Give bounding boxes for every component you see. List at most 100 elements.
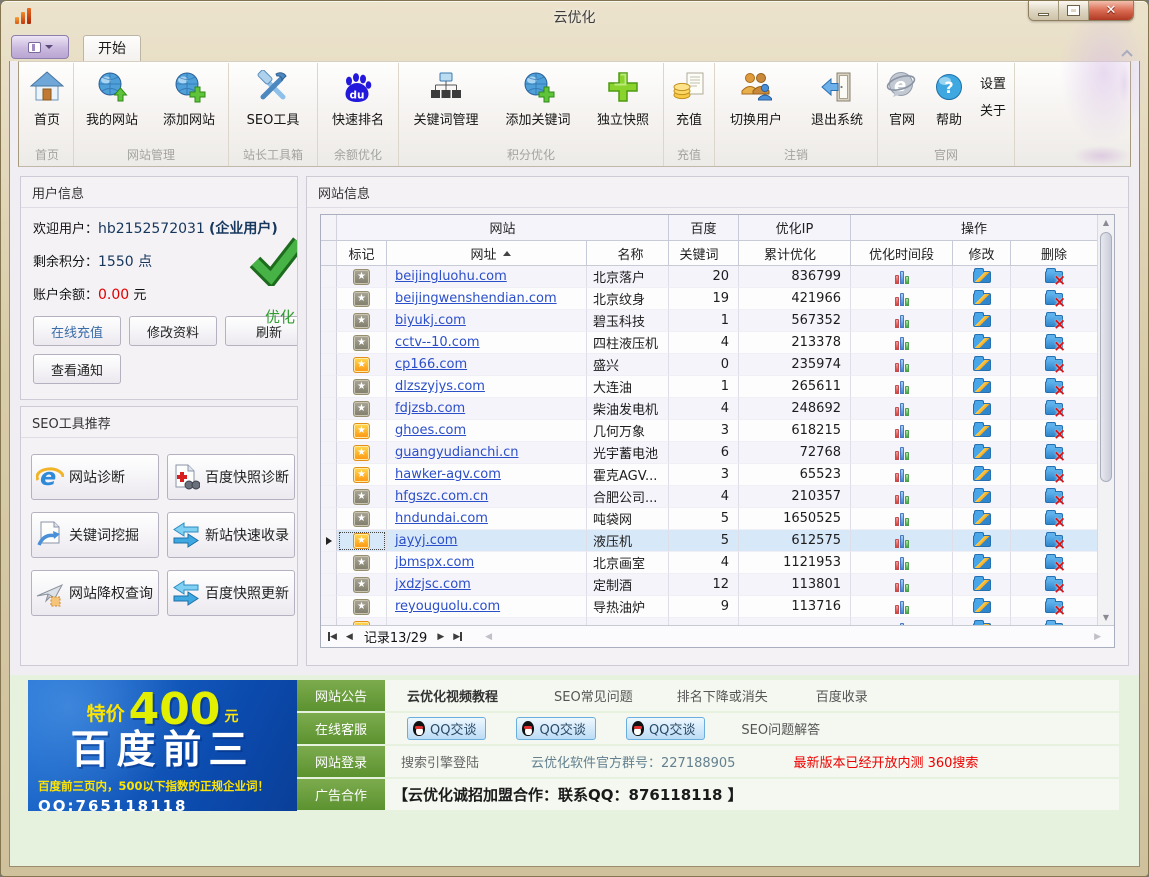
star-icon[interactable]: ★	[353, 467, 370, 483]
first-record-button[interactable]: ◀	[328, 632, 337, 642]
edit-cell[interactable]	[953, 486, 1011, 508]
edit-icon[interactable]	[973, 513, 991, 525]
seo-answers-link[interactable]: SEO问题解答	[741, 719, 820, 738]
star-icon[interactable]: ★	[353, 555, 370, 571]
mark-cell[interactable]: ★	[337, 596, 387, 618]
table-row[interactable]: ★ hndundai.com 吨袋网 5 1650525	[321, 508, 1097, 530]
mark-cell[interactable]: ★	[337, 310, 387, 332]
edit-cell[interactable]	[953, 442, 1011, 464]
star-icon[interactable]: ★	[353, 401, 370, 417]
delete-icon[interactable]	[1045, 359, 1063, 371]
mark-cell[interactable]: ★	[337, 442, 387, 464]
edit-cell[interactable]	[953, 354, 1011, 376]
delete-icon[interactable]	[1045, 425, 1063, 437]
table-row[interactable]: ★ jxdzjsc.com 定制酒 12 113801	[321, 574, 1097, 596]
ribbon-collapse-button[interactable]	[1120, 42, 1134, 61]
edit-cell[interactable]	[953, 332, 1011, 354]
seo-faq-link[interactable]: SEO常见问题	[554, 686, 633, 705]
edit-icon[interactable]	[973, 601, 991, 613]
table-row[interactable]: ★ jayyj.com 液压机 5 612575	[321, 530, 1097, 552]
url-cell[interactable]: reyouguolu.com	[387, 596, 587, 618]
edit-icon[interactable]	[973, 403, 991, 415]
online-recharge-button[interactable]: 在线充值	[33, 316, 121, 346]
previous-record-button[interactable]: ◀	[346, 632, 353, 642]
table-row[interactable]: ★ biyukj.com 碧玉科技 1 567352	[321, 310, 1097, 332]
bar-chart-icon[interactable]	[895, 270, 909, 284]
delete-cell[interactable]	[1011, 420, 1097, 442]
about-button[interactable]: 关于	[972, 100, 1014, 119]
delete-icon[interactable]	[1045, 293, 1063, 305]
bar-chart-icon[interactable]	[895, 490, 909, 504]
hscroll-left-icon[interactable]: ◀	[485, 632, 492, 642]
my-websites-button[interactable]: 我的网站	[74, 63, 150, 145]
seo-tools-button[interactable]: SEO工具	[229, 63, 317, 145]
time-range-cell[interactable]	[851, 464, 953, 486]
bar-chart-icon[interactable]	[895, 424, 909, 438]
delete-cell[interactable]	[1011, 464, 1097, 486]
url-cell[interactable]: beijingluohu.com	[387, 266, 587, 288]
mark-cell[interactable]: ★	[337, 464, 387, 486]
edit-icon[interactable]	[973, 359, 991, 371]
mark-cell[interactable]: ★	[337, 354, 387, 376]
keyword-mining-button[interactable]: 关键词挖掘	[31, 512, 159, 558]
time-range-cell[interactable]	[851, 332, 953, 354]
mark-cell[interactable]: ★	[337, 332, 387, 354]
scroll-down-icon[interactable]: ▼	[1098, 610, 1114, 625]
website-link[interactable]: hawker-agv.com	[395, 467, 501, 482]
column-header-delete[interactable]: 删除	[1011, 241, 1097, 266]
bar-chart-icon[interactable]	[895, 358, 909, 372]
ranking-drop-link[interactable]: 排名下降或消失	[677, 686, 768, 705]
delete-cell[interactable]	[1011, 552, 1097, 574]
time-range-cell[interactable]	[851, 552, 953, 574]
website-link[interactable]: ghoes.com	[395, 423, 466, 438]
website-link[interactable]: jbmspx.com	[395, 555, 474, 570]
group-header-site[interactable]: 网站	[337, 215, 669, 241]
star-icon[interactable]: ★	[353, 533, 370, 549]
edit-cell[interactable]	[953, 310, 1011, 332]
site-demotion-check-button[interactable]: 网站降权查询	[31, 570, 159, 616]
delete-icon[interactable]	[1045, 535, 1063, 547]
star-icon[interactable]: ★	[353, 313, 370, 329]
edit-cell[interactable]	[953, 288, 1011, 310]
edit-icon[interactable]	[973, 425, 991, 437]
bar-chart-icon[interactable]	[895, 534, 909, 548]
edit-icon[interactable]	[973, 337, 991, 349]
website-link[interactable]: beijingwenshendian.com	[395, 291, 557, 306]
delete-icon[interactable]	[1045, 579, 1063, 591]
website-link[interactable]: guangyudianchi.cn	[395, 445, 518, 460]
edit-cell[interactable]	[953, 398, 1011, 420]
help-button[interactable]: ? 帮助	[926, 63, 972, 145]
mark-cell[interactable]: ★	[337, 552, 387, 574]
url-cell[interactable]: jayyj.com	[387, 530, 587, 552]
website-link[interactable]: hndundai.com	[395, 511, 488, 526]
bar-chart-icon[interactable]	[895, 402, 909, 416]
column-header-edit[interactable]: 修改	[953, 241, 1011, 266]
delete-icon[interactable]	[1045, 403, 1063, 415]
edit-icon[interactable]	[973, 447, 991, 459]
star-icon[interactable]: ★	[353, 445, 370, 461]
view-notifications-button[interactable]: 查看通知	[33, 354, 121, 384]
table-row[interactable]: ★ cctv--10.com 四柱液压机 4 213378	[321, 332, 1097, 354]
column-header-url[interactable]: 网址	[387, 241, 587, 266]
delete-cell[interactable]	[1011, 530, 1097, 552]
website-link[interactable]: jxdzjsc.com	[395, 577, 471, 592]
edit-icon[interactable]	[973, 535, 991, 547]
delete-cell[interactable]	[1011, 310, 1097, 332]
time-range-cell[interactable]	[851, 288, 953, 310]
url-cell[interactable]: hfgszc.com.cn	[387, 486, 587, 508]
mark-cell[interactable]: ★	[337, 618, 387, 625]
bar-chart-icon[interactable]	[895, 468, 909, 482]
group-header-baidu[interactable]: 百度	[669, 215, 739, 241]
delete-cell[interactable]	[1011, 442, 1097, 464]
time-range-cell[interactable]	[851, 266, 953, 288]
column-header-name[interactable]: 名称	[587, 241, 669, 266]
time-range-cell[interactable]	[851, 508, 953, 530]
star-icon[interactable]: ★	[353, 269, 370, 285]
edit-cell[interactable]	[953, 376, 1011, 398]
time-range-cell[interactable]	[851, 574, 953, 596]
group-header-optimize-ip[interactable]: 优化IP	[739, 215, 851, 241]
star-icon[interactable]: ★	[353, 291, 370, 307]
edit-cell[interactable]	[953, 266, 1011, 288]
switch-user-button[interactable]: 切换用户	[715, 63, 797, 145]
star-icon[interactable]: ★	[353, 357, 370, 373]
